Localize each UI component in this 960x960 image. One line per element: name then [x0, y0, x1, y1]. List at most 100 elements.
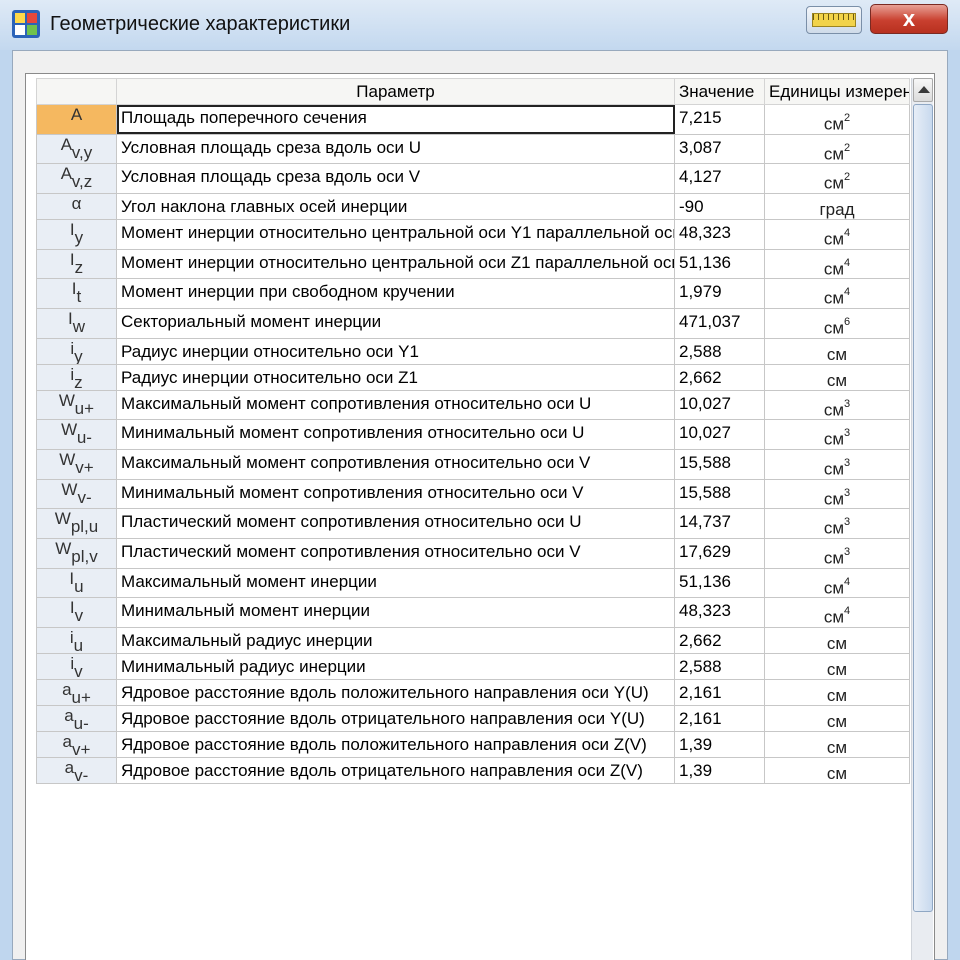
value-cell[interactable]: 15,588	[674, 448, 765, 480]
value-cell[interactable]: 48,323	[674, 597, 765, 628]
parameter-cell[interactable]: Ядровое расстояние вдоль отрицательного …	[116, 704, 675, 732]
row-symbol[interactable]: av+	[36, 730, 117, 758]
row-symbol[interactable]: au-	[36, 704, 117, 732]
parameter-cell[interactable]: Момент инерции относительно центральной …	[116, 218, 675, 250]
parameter-cell[interactable]: Ядровое расстояние вдоль отрицательного …	[116, 756, 675, 784]
value-cell[interactable]: 2,588	[674, 337, 765, 365]
table-row[interactable]: Wv+ Максимальный момент сопротивления отн…	[36, 448, 910, 480]
row-symbol[interactable]: iy	[36, 337, 117, 365]
row-symbol[interactable]: iz	[36, 363, 117, 391]
parameter-cell[interactable]: Угол наклона главных осей инерции	[116, 192, 675, 220]
row-symbol[interactable]: iv	[36, 652, 117, 680]
table-row[interactable]: iz Радиус инерции относительно оси Z1 2,66…	[36, 363, 910, 391]
ruler-button[interactable]	[806, 6, 862, 34]
parameter-cell[interactable]: Минимальный момент инерции	[116, 597, 675, 628]
row-symbol[interactable]: Wu+	[36, 389, 117, 421]
value-cell[interactable]: 471,037	[674, 307, 765, 339]
table-row[interactable]: Av,z Условная площадь среза вдоль оси V 4,…	[36, 163, 910, 194]
units-cell[interactable]: см	[764, 363, 910, 391]
value-cell[interactable]: 10,027	[674, 419, 765, 450]
value-cell[interactable]: 51,136	[674, 567, 765, 599]
scroll-up-button[interactable]	[913, 78, 933, 102]
close-button[interactable]: x	[870, 4, 948, 34]
value-cell[interactable]: 2,588	[674, 652, 765, 680]
column-header-units[interactable]: Единицы измерен	[764, 78, 910, 105]
parameter-cell[interactable]: Максимальный момент сопротивления относи…	[116, 389, 675, 421]
table-row[interactable]: Iw Секториальный момент инерции 471,037 см6	[36, 307, 910, 339]
value-cell[interactable]: 7,215	[674, 104, 765, 135]
units-cell[interactable]: см4	[764, 567, 910, 599]
parameter-cell[interactable]: Момент инерции относительно центральной …	[116, 248, 675, 280]
table-row[interactable]: Iv Минимальный момент инерции 48,323 см4	[36, 597, 910, 628]
scroll-thumb[interactable]	[913, 104, 933, 912]
vertical-scrollbar[interactable]	[911, 78, 933, 960]
table-row[interactable]: Av,y Условная площадь среза вдоль оси U 3,…	[36, 133, 910, 165]
parameter-cell[interactable]: Радиус инерции относительно оси Z1	[116, 363, 675, 391]
units-cell[interactable]: см	[764, 730, 910, 758]
units-cell[interactable]: см	[764, 704, 910, 732]
table-row[interactable]: Wv- Минимальный момент сопротивления отно…	[36, 478, 910, 510]
parameter-cell[interactable]: Минимальный радиус инерции	[116, 652, 675, 680]
row-symbol[interactable]: Wu-	[36, 419, 117, 450]
value-cell[interactable]: 1,39	[674, 730, 765, 758]
value-cell[interactable]: 14,737	[674, 508, 765, 539]
row-symbol[interactable]: It	[36, 278, 117, 309]
parameter-cell[interactable]: Ядровое расстояние вдоль положительного …	[116, 730, 675, 758]
row-symbol[interactable]: Iz	[36, 248, 117, 280]
table-row[interactable]: Wu+ Максимальный момент сопротивления отн…	[36, 389, 910, 421]
parameter-cell[interactable]: Момент инерции при свободном кручении	[116, 278, 675, 309]
parameter-cell[interactable]: Площадь поперечного сечения	[116, 104, 675, 135]
parameter-cell[interactable]: Условная площадь среза вдоль оси U	[116, 133, 675, 165]
table-row[interactable]: Wpl,v Пластический момент сопротивления о…	[36, 537, 910, 569]
value-cell[interactable]: 2,161	[674, 678, 765, 706]
table-row[interactable]: Wpl,u Пластический момент сопротивления о…	[36, 508, 910, 539]
table-row[interactable]: Iy Момент инерции относительно центрально…	[36, 218, 910, 250]
table-row[interactable]: av- Ядровое расстояние вдоль отрицательно…	[36, 756, 910, 784]
units-cell[interactable]: см4	[764, 218, 910, 250]
row-symbol[interactable]: au+	[36, 678, 117, 706]
table-row[interactable]: It Момент инерции при свободном кручении 1…	[36, 278, 910, 309]
units-cell[interactable]: см3	[764, 537, 910, 569]
units-cell[interactable]: град	[764, 192, 910, 220]
table-row[interactable]: av+ Ядровое расстояние вдоль положительно…	[36, 730, 910, 758]
units-cell[interactable]: см	[764, 626, 910, 654]
units-cell[interactable]: см	[764, 337, 910, 365]
table-row[interactable]: au- Ядровое расстояние вдоль отрицательно…	[36, 704, 910, 732]
value-cell[interactable]: 15,588	[674, 478, 765, 510]
table-row[interactable]: au+ Ядровое расстояние вдоль положительно…	[36, 678, 910, 706]
units-cell[interactable]: см4	[764, 597, 910, 628]
parameter-cell[interactable]: Максимальный момент инерции	[116, 567, 675, 599]
units-cell[interactable]: см3	[764, 389, 910, 421]
units-cell[interactable]: см2	[764, 104, 910, 135]
row-symbol[interactable]: Av,y	[36, 133, 117, 165]
table-row[interactable]: α Угол наклона главных осей инерции -90 гра…	[36, 192, 910, 220]
table-row[interactable]: Iu Максимальный момент инерции 51,136 см4	[36, 567, 910, 599]
value-cell[interactable]: 48,323	[674, 218, 765, 250]
value-cell[interactable]: 1,39	[674, 756, 765, 784]
value-cell[interactable]: -90	[674, 192, 765, 220]
parameter-cell[interactable]: Пластический момент сопротивления относи…	[116, 537, 675, 569]
value-cell[interactable]: 2,662	[674, 363, 765, 391]
row-symbol[interactable]: A	[36, 104, 117, 135]
row-symbol[interactable]: Iu	[36, 567, 117, 599]
value-cell[interactable]: 10,027	[674, 389, 765, 421]
value-cell[interactable]: 51,136	[674, 248, 765, 280]
row-symbol[interactable]: Av,z	[36, 163, 117, 194]
parameter-cell[interactable]: Ядровое расстояние вдоль положительного …	[116, 678, 675, 706]
select-all-corner[interactable]	[36, 78, 117, 105]
value-cell[interactable]: 3,087	[674, 133, 765, 165]
parameter-cell[interactable]: Минимальный момент сопротивления относит…	[116, 419, 675, 450]
units-cell[interactable]: см	[764, 678, 910, 706]
parameter-cell[interactable]: Секториальный момент инерции	[116, 307, 675, 339]
row-symbol[interactable]: av-	[36, 756, 117, 784]
table-row[interactable]: iu Максимальный радиус инерции 2,662 см	[36, 626, 910, 654]
column-header-parameter[interactable]: Параметр	[116, 78, 675, 105]
table-row[interactable]: iv Минимальный радиус инерции 2,588 см	[36, 652, 910, 680]
value-cell[interactable]: 17,629	[674, 537, 765, 569]
row-symbol[interactable]: α	[36, 192, 117, 220]
units-cell[interactable]: см6	[764, 307, 910, 339]
row-symbol[interactable]: Iw	[36, 307, 117, 339]
units-cell[interactable]: см	[764, 652, 910, 680]
units-cell[interactable]: см2	[764, 133, 910, 165]
units-cell[interactable]: см	[764, 756, 910, 784]
